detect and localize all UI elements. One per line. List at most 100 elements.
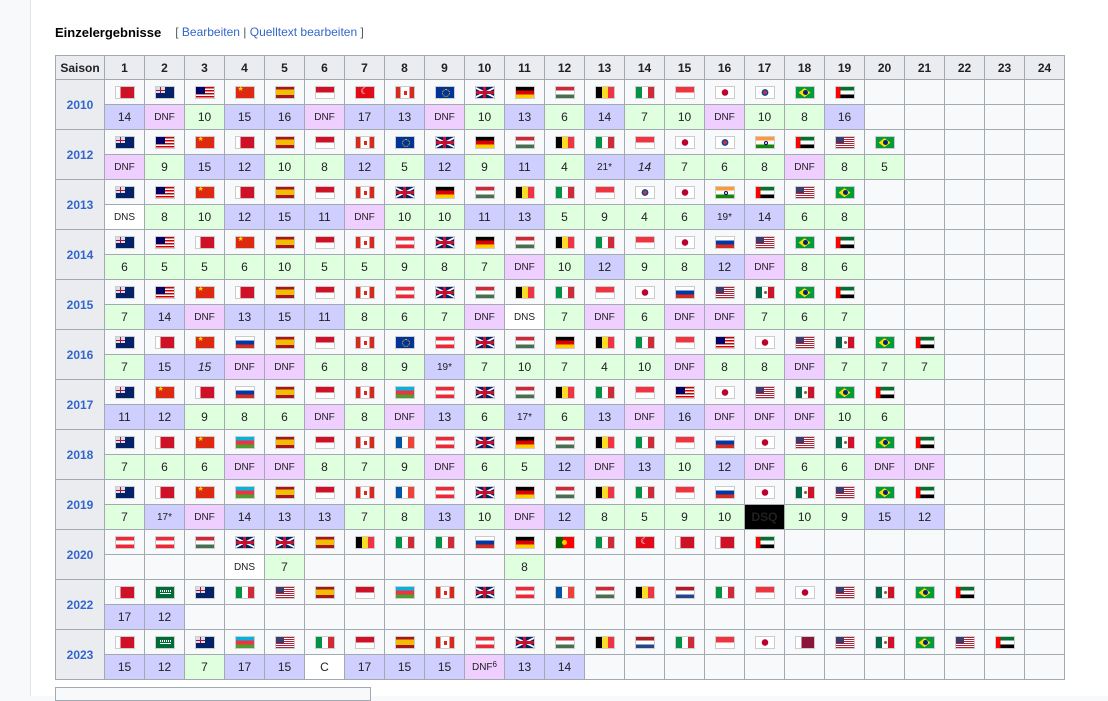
flag-it-icon[interactable]: [634, 486, 655, 500]
flag-ru-icon[interactable]: [234, 386, 255, 400]
flag-us-icon[interactable]: [274, 586, 295, 600]
flag-de-icon[interactable]: [434, 186, 455, 200]
flag-ca-icon[interactable]: [434, 636, 455, 650]
flag-gb-icon[interactable]: [474, 386, 495, 400]
flag-hu-icon[interactable]: [474, 186, 495, 200]
flag-cn-icon[interactable]: [194, 336, 215, 350]
flag-cn-icon[interactable]: [234, 236, 255, 250]
flag-de-icon[interactable]: [474, 136, 495, 150]
flag-jp-icon[interactable]: [714, 86, 735, 100]
flag-my-icon[interactable]: [674, 386, 695, 400]
flag-jp-icon[interactable]: [754, 336, 775, 350]
flag-mc-icon[interactable]: [314, 236, 335, 250]
flag-es-icon[interactable]: [274, 386, 295, 400]
flag-mx-icon[interactable]: [794, 486, 815, 500]
flag-ca-icon[interactable]: [394, 86, 415, 100]
flag-cn-icon[interactable]: [234, 86, 255, 100]
season-year-link[interactable]: 2018: [55, 429, 105, 480]
flag-gb-icon[interactable]: [474, 586, 495, 600]
flag-be-icon[interactable]: [594, 636, 615, 650]
season-year-link[interactable]: 2014: [55, 229, 105, 280]
flag-be-icon[interactable]: [554, 386, 575, 400]
flag-ca-icon[interactable]: [354, 486, 375, 500]
flag-in-icon[interactable]: [754, 136, 775, 150]
flag-es-icon[interactable]: [274, 236, 295, 250]
flag-at-icon[interactable]: [394, 236, 415, 250]
flag-es-icon[interactable]: [274, 336, 295, 350]
flag-fr-icon[interactable]: [554, 586, 575, 600]
flag-ca-icon[interactable]: [354, 186, 375, 200]
flag-it-icon[interactable]: [594, 386, 615, 400]
flag-it-icon[interactable]: [594, 236, 615, 250]
flag-be-icon[interactable]: [634, 586, 655, 600]
flag-mc-icon[interactable]: [314, 186, 335, 200]
flag-cn-icon[interactable]: [194, 136, 215, 150]
flag-be-icon[interactable]: [514, 186, 535, 200]
flag-au-icon[interactable]: [114, 436, 135, 450]
flag-it-icon[interactable]: [394, 536, 415, 550]
flag-az-icon[interactable]: [234, 486, 255, 500]
flag-it-icon[interactable]: [634, 336, 655, 350]
flag-qa-icon[interactable]: [794, 636, 815, 650]
flag-jp-icon[interactable]: [714, 386, 735, 400]
season-year-link[interactable]: 2022: [55, 579, 105, 630]
flag-hu-icon[interactable]: [194, 536, 215, 550]
flag-eu-icon[interactable]: [394, 136, 415, 150]
flag-bh-icon[interactable]: [154, 486, 175, 500]
flag-jp-icon[interactable]: [754, 636, 775, 650]
flag-au-icon[interactable]: [194, 636, 215, 650]
flag-au-icon[interactable]: [114, 336, 135, 350]
flag-be-icon[interactable]: [594, 486, 615, 500]
flag-az-icon[interactable]: [394, 386, 415, 400]
flag-my-icon[interactable]: [154, 186, 175, 200]
flag-kr-icon[interactable]: [634, 186, 655, 200]
flag-nl-icon[interactable]: [674, 586, 695, 600]
flag-sg-icon[interactable]: [634, 136, 655, 150]
flag-ca-icon[interactable]: [354, 336, 375, 350]
flag-au-icon[interactable]: [114, 486, 135, 500]
season-year-link[interactable]: 2020: [55, 529, 105, 580]
flag-ae-icon[interactable]: [994, 636, 1015, 650]
flag-bh-icon[interactable]: [114, 86, 135, 100]
flag-jp-icon[interactable]: [674, 186, 695, 200]
flag-my-icon[interactable]: [194, 86, 215, 100]
flag-at-icon[interactable]: [434, 336, 455, 350]
flag-my-icon[interactable]: [154, 136, 175, 150]
flag-bh-icon[interactable]: [194, 236, 215, 250]
flag-bh-icon[interactable]: [234, 136, 255, 150]
flag-cn-icon[interactable]: [194, 486, 215, 500]
flag-tr-icon[interactable]: [354, 86, 375, 100]
flag-es-icon[interactable]: [274, 286, 295, 300]
flag-bh-icon[interactable]: [194, 386, 215, 400]
flag-br-icon[interactable]: [874, 136, 895, 150]
flag-mx-icon[interactable]: [834, 336, 855, 350]
flag-sg-icon[interactable]: [594, 186, 615, 200]
flag-br-icon[interactable]: [794, 86, 815, 100]
flag-bh-icon[interactable]: [154, 436, 175, 450]
flag-br-icon[interactable]: [794, 236, 815, 250]
flag-sg-icon[interactable]: [634, 236, 655, 250]
flag-br-icon[interactable]: [834, 186, 855, 200]
flag-us-icon[interactable]: [754, 386, 775, 400]
season-year-link[interactable]: 2013: [55, 179, 105, 230]
flag-sg-icon[interactable]: [674, 486, 695, 500]
flag-my-icon[interactable]: [714, 336, 735, 350]
flag-ae-icon[interactable]: [914, 336, 935, 350]
flag-cn-icon[interactable]: [194, 186, 215, 200]
flag-de-icon[interactable]: [474, 236, 495, 250]
footnote-marker[interactable]: 6: [493, 660, 497, 669]
flag-de-icon[interactable]: [554, 336, 575, 350]
flag-sg-icon[interactable]: [674, 86, 695, 100]
flag-es-icon[interactable]: [394, 636, 415, 650]
flag-br-icon[interactable]: [914, 586, 935, 600]
flag-mc-icon[interactable]: [354, 586, 375, 600]
flag-es-icon[interactable]: [314, 586, 335, 600]
flag-ae-icon[interactable]: [914, 486, 935, 500]
flag-it-icon[interactable]: [314, 636, 335, 650]
flag-eu-icon[interactable]: [434, 86, 455, 100]
flag-sg-icon[interactable]: [674, 436, 695, 450]
flag-my-icon[interactable]: [154, 236, 175, 250]
flag-kr-icon[interactable]: [714, 136, 735, 150]
flag-au-icon[interactable]: [194, 586, 215, 600]
flag-ae-icon[interactable]: [954, 586, 975, 600]
